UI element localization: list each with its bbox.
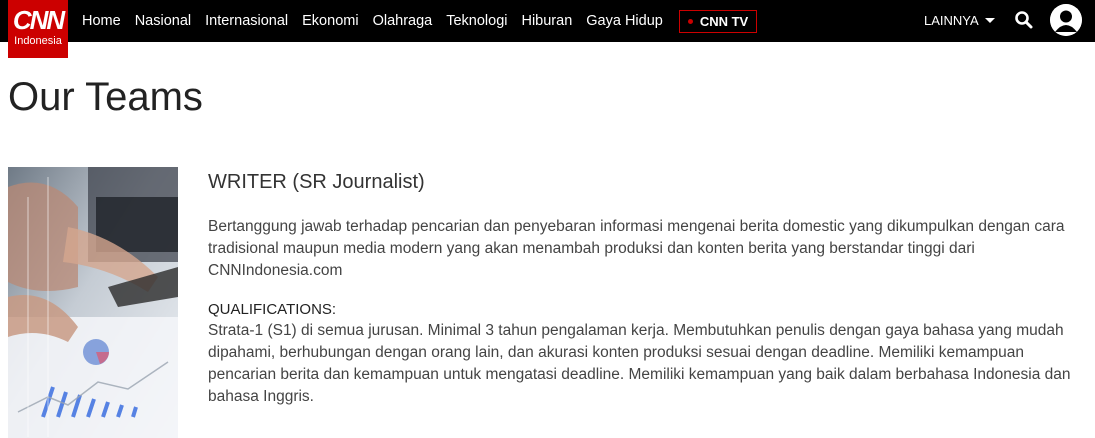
logo-sub-text: Indonesia	[14, 35, 62, 47]
nav-home[interactable]: Home	[82, 13, 121, 29]
cnn-indonesia-logo[interactable]: CNN Indonesia	[8, 0, 68, 58]
nav-ekonomi[interactable]: Ekonomi	[302, 13, 358, 29]
caret-down-icon	[984, 18, 995, 23]
page-title: Our Teams	[8, 75, 203, 119]
search-icon[interactable]	[1013, 9, 1035, 31]
role-description: Bertanggung jawab terhadap pencarian dan…	[208, 218, 1065, 279]
role-title: WRITER (SR Journalist)	[208, 171, 425, 193]
nav-internasional[interactable]: Internasional	[205, 13, 288, 29]
user-icon[interactable]	[1050, 4, 1082, 36]
nav-hiburan[interactable]: Hiburan	[521, 13, 572, 29]
nav-nasional[interactable]: Nasional	[135, 13, 191, 29]
qualifications-text: Strata-1 (S1) di semua jurusan. Minimal …	[208, 322, 1071, 405]
logo-cnn-text: CNN	[12, 5, 65, 35]
nav-gaya-hidup[interactable]: Gaya Hidup	[586, 13, 663, 29]
cnn-tv-label: CNN TV	[699, 13, 749, 29]
cnn-tv-button[interactable]: CNN TV	[678, 9, 758, 33]
main-nav: Home Nasional Internasional Ekonomi Olah…	[82, 0, 758, 42]
top-navbar: CNN Indonesia Home Nasional Internasiona…	[0, 0, 1095, 58]
team-role-content: WRITER (SR Journalist) Bertanggung jawab…	[208, 168, 1088, 408]
qualifications-heading: QUALIFICATIONS:	[208, 301, 337, 318]
live-dot-icon	[687, 18, 693, 24]
nav-teknologi[interactable]: Teknologi	[446, 13, 507, 29]
more-menu-button[interactable]: LAINNYA	[924, 13, 995, 28]
more-menu-label: LAINNYA	[924, 13, 979, 28]
nav-olahraga[interactable]: Olahraga	[373, 13, 433, 29]
team-photo	[8, 167, 178, 438]
